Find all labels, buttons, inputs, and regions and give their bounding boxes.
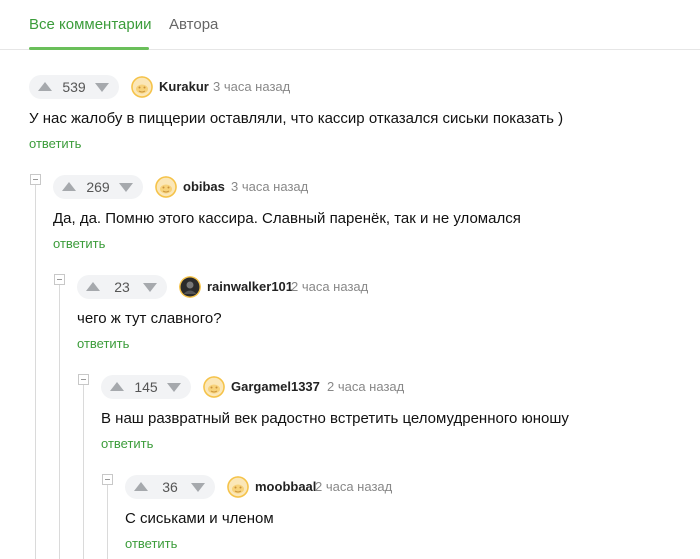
comment-header: 145 Gargamel1337 2 часа назад bbox=[101, 375, 700, 399]
upvote-icon[interactable] bbox=[38, 82, 52, 91]
vote-count: 36 bbox=[162, 479, 178, 495]
tab-all-comments[interactable]: Все комментарии bbox=[29, 16, 151, 33]
thread-line bbox=[83, 385, 84, 559]
comment-text: В наш развратный век радостно встретить … bbox=[101, 410, 569, 427]
upvote-icon[interactable] bbox=[86, 282, 100, 291]
vote-control: 269 bbox=[53, 175, 143, 199]
collapse-thread-button[interactable] bbox=[102, 474, 113, 485]
collapse-thread-button[interactable] bbox=[78, 374, 89, 385]
downvote-icon[interactable] bbox=[143, 283, 157, 292]
thread-line bbox=[35, 185, 36, 559]
reply-link[interactable]: ответить bbox=[101, 436, 153, 451]
upvote-icon[interactable] bbox=[110, 382, 124, 391]
comment-header: 23 rainwalker101 2 часа назад bbox=[77, 275, 677, 299]
comment-author[interactable]: moobbaal bbox=[255, 479, 316, 494]
comment-time: 3 часа назад bbox=[231, 179, 309, 194]
comment-text: С сиськами и членом bbox=[125, 510, 274, 527]
collapse-thread-button[interactable] bbox=[30, 174, 41, 185]
downvote-icon[interactable] bbox=[119, 183, 133, 192]
upvote-icon[interactable] bbox=[62, 182, 76, 191]
thread-line bbox=[59, 285, 60, 559]
vote-control: 36 bbox=[125, 475, 215, 499]
avatar[interactable] bbox=[179, 276, 201, 298]
active-tab-indicator bbox=[29, 47, 149, 50]
comment-author[interactable]: Kurakur bbox=[159, 79, 209, 94]
thread-line bbox=[107, 485, 108, 559]
vote-control: 23 bbox=[77, 275, 167, 299]
avatar[interactable] bbox=[227, 476, 249, 498]
avatar[interactable] bbox=[131, 76, 153, 98]
comment-header: 36 moobbaal 2 часа назад bbox=[125, 475, 700, 499]
avatar[interactable] bbox=[155, 176, 177, 198]
vote-count: 539 bbox=[62, 79, 86, 95]
reply-link[interactable]: ответить bbox=[29, 136, 81, 151]
reply-link[interactable]: ответить bbox=[53, 236, 105, 251]
vote-count: 23 bbox=[114, 279, 130, 295]
vote-control: 145 bbox=[101, 375, 191, 399]
collapse-thread-button[interactable] bbox=[54, 274, 65, 285]
downvote-icon[interactable] bbox=[95, 83, 109, 92]
comment-author[interactable]: Gargamel1337 bbox=[231, 379, 320, 394]
reply-link[interactable]: ответить bbox=[77, 336, 129, 351]
comments-tabs: Все комментарии Автора bbox=[0, 0, 700, 50]
comment-author[interactable]: obibas bbox=[183, 179, 225, 194]
comment-author[interactable]: rainwalker101 bbox=[207, 279, 293, 294]
comment-header: 269 obibas 3 часа назад bbox=[53, 175, 653, 199]
comment-text: У нас жалобу в пиццерии оставляли, что к… bbox=[29, 110, 564, 127]
avatar[interactable] bbox=[203, 376, 225, 398]
comment-time: 2 часа назад bbox=[291, 279, 369, 294]
downvote-icon[interactable] bbox=[191, 483, 205, 492]
upvote-icon[interactable] bbox=[134, 482, 148, 491]
comment-text: Да, да. Помню этого кассира. Славный пар… bbox=[53, 210, 521, 227]
downvote-icon[interactable] bbox=[167, 383, 181, 392]
comment-header: 539 Kurakur 3 часа назад bbox=[29, 75, 629, 99]
comment-time: 3 часа назад bbox=[213, 79, 291, 94]
comment-time: 2 часа назад bbox=[327, 379, 405, 394]
vote-count: 145 bbox=[134, 379, 158, 395]
comment-time: 2 часа назад bbox=[315, 479, 393, 494]
comment-text: чего ж тут славного? bbox=[77, 310, 222, 327]
reply-link[interactable]: ответить bbox=[125, 536, 177, 551]
tab-author-comments[interactable]: Автора bbox=[169, 16, 218, 33]
vote-control: 539 bbox=[29, 75, 119, 99]
vote-count: 269 bbox=[86, 179, 110, 195]
